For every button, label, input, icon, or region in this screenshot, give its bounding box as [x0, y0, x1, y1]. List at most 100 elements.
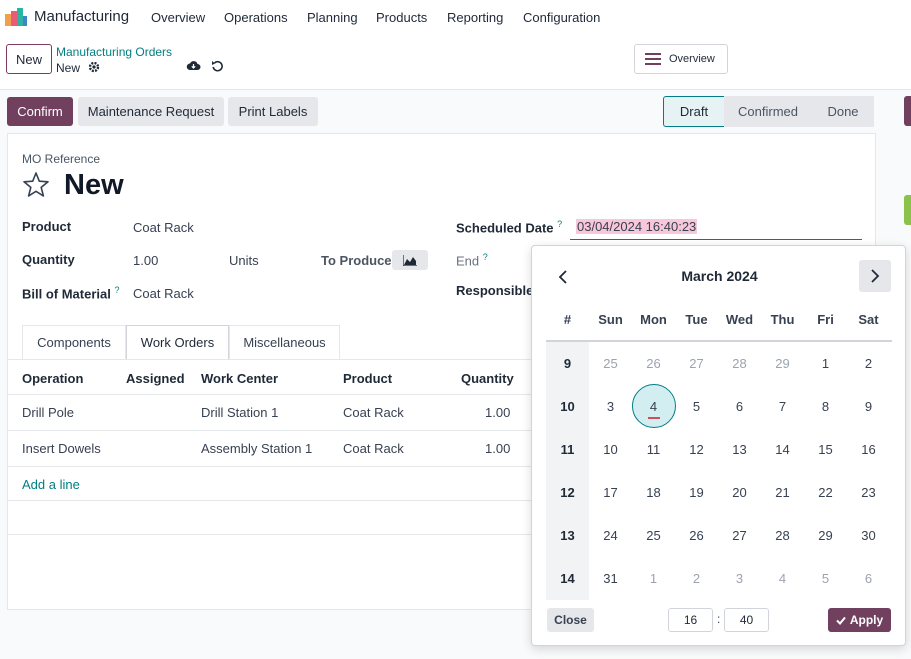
calendar-day[interactable]: 25	[589, 356, 632, 371]
next-month-button[interactable]	[859, 260, 891, 292]
menu-configuration[interactable]: Configuration	[523, 10, 600, 25]
calendar-day[interactable]: 25	[632, 528, 675, 543]
calendar-day[interactable]: 27	[675, 356, 718, 371]
calendar-day[interactable]: 7	[761, 399, 804, 414]
scheduled-date-help-mark[interactable]: ?	[557, 219, 562, 229]
apply-button[interactable]: Apply	[828, 608, 891, 632]
product-field[interactable]: Coat Rack	[133, 220, 194, 235]
calendar-day[interactable]: 3	[589, 399, 632, 414]
breadcrumb-manufacturing-orders[interactable]: Manufacturing Orders	[56, 45, 172, 59]
calendar-day[interactable]: 5	[804, 571, 847, 586]
calendar-day[interactable]: 28	[761, 528, 804, 543]
calendar-day[interactable]: 19	[675, 485, 718, 500]
weekday-header: Fri	[817, 312, 834, 327]
quantity-field[interactable]: 1.00	[133, 253, 158, 268]
new-button[interactable]: New	[6, 44, 52, 74]
calendar-day[interactable]: 17	[589, 485, 632, 500]
minute-input[interactable]: 40	[724, 608, 769, 632]
cell-product: Coat Rack	[343, 405, 404, 420]
calendar-day[interactable]: 29	[804, 528, 847, 543]
calendar-day[interactable]: 6	[718, 399, 761, 414]
status-done[interactable]: Done	[812, 96, 874, 127]
calendar-day[interactable]: 8	[804, 399, 847, 414]
week-number: 11	[560, 442, 575, 457]
month-title[interactable]: March 2024	[532, 268, 907, 284]
col-assigned[interactable]: Assigned	[126, 371, 185, 386]
top-navbar: Manufacturing Overview Operations Planni…	[0, 0, 911, 34]
tab-components[interactable]: Components	[22, 325, 126, 359]
apply-label: Apply	[849, 613, 884, 627]
forecast-button[interactable]	[392, 250, 428, 270]
calendar-day[interactable]: 1	[632, 571, 675, 586]
tab-miscellaneous[interactable]: Miscellaneous	[229, 325, 340, 359]
breadcrumb-current: New	[56, 61, 81, 75]
calendar-day[interactable]: 1	[804, 356, 847, 371]
control-panel: New Manufacturing Orders New Overview	[0, 34, 911, 90]
calendar-day[interactable]: 12	[675, 442, 718, 457]
calendar-day[interactable]: 20	[718, 485, 761, 500]
save-cloud-icon[interactable]	[186, 59, 201, 72]
gear-icon[interactable]	[88, 61, 100, 73]
calendar-day[interactable]: 23	[847, 485, 890, 500]
calendar-day[interactable]: 16	[847, 442, 890, 457]
calendar-day[interactable]: 10	[589, 442, 632, 457]
overview-button[interactable]: Overview	[634, 44, 728, 74]
scheduled-date-input[interactable]: 03/04/2024 16:40:23	[570, 212, 862, 240]
menu-planning[interactable]: Planning	[307, 10, 358, 25]
calendar-day[interactable]: 11	[632, 442, 675, 457]
col-work-center[interactable]: Work Center	[201, 371, 278, 386]
calendar-day[interactable]: 26	[632, 356, 675, 371]
print-labels-button[interactable]: Print Labels	[228, 97, 318, 126]
week-number: 12	[560, 485, 575, 500]
status-draft[interactable]: Draft	[663, 96, 725, 127]
calendar-day[interactable]: 14	[761, 442, 804, 457]
calendar-day[interactable]: 4	[632, 399, 675, 414]
menu-operations[interactable]: Operations	[224, 10, 288, 25]
bom-label: Bill of Material ?	[22, 285, 120, 302]
uom-field[interactable]: Units	[229, 253, 259, 268]
calendar-day[interactable]: 4	[761, 571, 804, 586]
calendar-day[interactable]: 29	[761, 356, 804, 371]
menu-overview[interactable]: Overview	[151, 10, 205, 25]
discard-undo-icon[interactable]	[211, 59, 224, 72]
calendar-day[interactable]: 6	[847, 571, 890, 586]
manufacturing-app-icon[interactable]	[5, 8, 27, 26]
col-quantity[interactable]: Quantity	[461, 371, 514, 386]
calendar-day[interactable]: 3	[718, 571, 761, 586]
calendar-day[interactable]: 22	[804, 485, 847, 500]
calendar-day[interactable]: 18	[632, 485, 675, 500]
calendar-day[interactable]: 28	[718, 356, 761, 371]
calendar-day[interactable]: 30	[847, 528, 890, 543]
close-button[interactable]: Close	[547, 608, 594, 632]
calendar-day[interactable]: 9	[847, 399, 890, 414]
calendar-day[interactable]: 27	[718, 528, 761, 543]
calendar-day[interactable]: 2	[675, 571, 718, 586]
col-product[interactable]: Product	[343, 371, 392, 386]
add-line-link[interactable]: Add a line	[22, 477, 80, 492]
calendar-day[interactable]: 24	[589, 528, 632, 543]
calendar-day[interactable]: 13	[718, 442, 761, 457]
weekday-divider	[546, 340, 892, 342]
app-name[interactable]: Manufacturing	[34, 8, 129, 25]
calendar-day[interactable]: 2	[847, 356, 890, 371]
menu-reporting[interactable]: Reporting	[447, 10, 503, 25]
col-operation[interactable]: Operation	[22, 371, 83, 386]
confirm-button[interactable]: Confirm	[7, 97, 73, 126]
end-help-mark[interactable]: ?	[483, 252, 488, 262]
weekday-header: Thu	[770, 312, 795, 327]
calendar-day[interactable]: 31	[589, 571, 632, 586]
status-confirmed[interactable]: Confirmed	[724, 96, 812, 127]
tab-work-orders[interactable]: Work Orders	[126, 325, 229, 359]
bom-help-mark[interactable]: ?	[114, 285, 119, 295]
star-icon[interactable]	[22, 171, 50, 199]
hour-input[interactable]: 16	[668, 608, 713, 632]
calendar-day[interactable]: 15	[804, 442, 847, 457]
calendar-day[interactable]: 5	[675, 399, 718, 414]
weekday-header: Sat	[858, 312, 879, 327]
maintenance-request-button[interactable]: Maintenance Request	[78, 97, 224, 126]
bom-field[interactable]: Coat Rack	[133, 286, 194, 301]
calendar-day[interactable]: 26	[675, 528, 718, 543]
check-icon	[836, 616, 846, 625]
menu-products[interactable]: Products	[376, 10, 427, 25]
calendar-day[interactable]: 21	[761, 485, 804, 500]
